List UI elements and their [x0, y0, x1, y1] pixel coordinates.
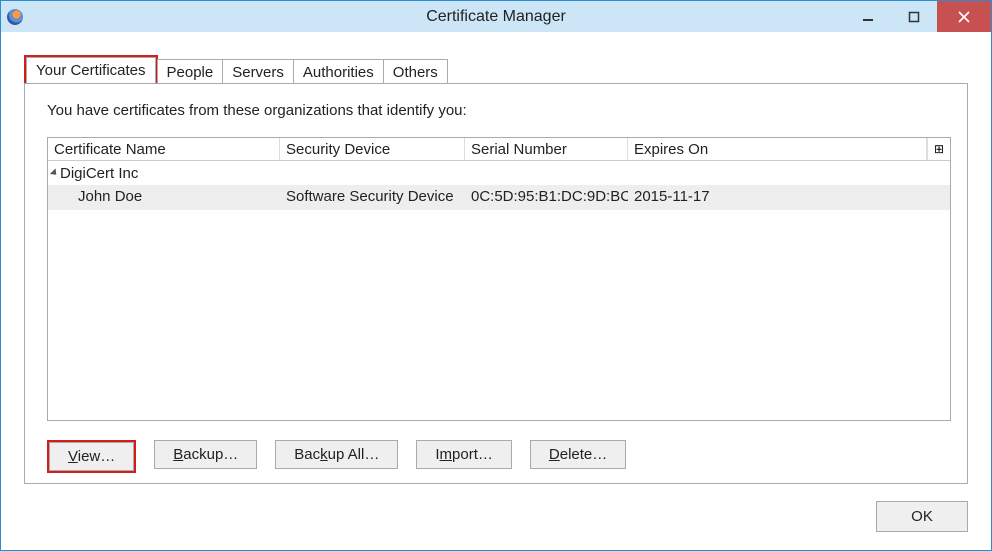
- tab-authorities[interactable]: Authorities: [293, 59, 384, 86]
- close-button[interactable]: [937, 1, 991, 32]
- tab-servers[interactable]: Servers: [222, 59, 294, 86]
- highlight-view-button: View…: [47, 440, 136, 473]
- backup-button[interactable]: Backup…: [154, 440, 257, 469]
- maximize-icon: [908, 11, 920, 23]
- highlight-your-certificates-tab: Your Certificates: [24, 55, 158, 86]
- view-button[interactable]: View…: [49, 442, 134, 471]
- action-button-row: View… Backup… Backup All… Import… Delete…: [47, 440, 626, 473]
- tab-others[interactable]: Others: [383, 59, 448, 86]
- col-header-serial[interactable]: Serial Number: [465, 138, 628, 160]
- tab-people[interactable]: People: [157, 59, 224, 86]
- import-button[interactable]: Import…: [416, 440, 512, 469]
- titlebar: Certificate Manager: [1, 1, 991, 32]
- tree-group-row[interactable]: DigiCert Inc: [48, 161, 950, 185]
- tab-strip: Your Certificates People Servers Authori…: [24, 55, 991, 86]
- tab-your-certificates[interactable]: Your Certificates: [26, 57, 156, 84]
- tab-panel: You have certificates from these organiz…: [24, 83, 968, 484]
- minimize-button[interactable]: [845, 1, 891, 32]
- close-icon: [958, 11, 970, 23]
- cell-name: John Doe: [48, 185, 280, 210]
- firefox-icon: [7, 9, 23, 25]
- tree-body: DigiCert Inc John Doe Software Security …: [48, 161, 950, 210]
- intro-text: You have certificates from these organiz…: [47, 102, 951, 119]
- col-header-expires[interactable]: Expires On: [628, 138, 927, 160]
- client-area: Your Certificates People Servers Authori…: [1, 33, 991, 550]
- col-header-device[interactable]: Security Device: [280, 138, 465, 160]
- minimize-icon: [862, 11, 874, 23]
- dialog-window: Certificate Manager Your Certificates Pe…: [0, 0, 992, 551]
- col-header-name[interactable]: Certificate Name: [48, 138, 280, 160]
- cell-expires: 2015-11-17: [628, 185, 950, 210]
- window-controls: [845, 1, 991, 32]
- cell-serial: 0C:5D:95:B1:DC:9D:BC:...: [465, 185, 628, 210]
- column-picker-button[interactable]: ⊞: [927, 138, 950, 160]
- tree-row[interactable]: John Doe Software Security Device 0C:5D:…: [48, 185, 950, 210]
- dialog-footer: OK: [876, 501, 968, 532]
- window-title: Certificate Manager: [1, 8, 991, 26]
- tree-header: Certificate Name Security Device Serial …: [48, 138, 950, 161]
- disclosure-triangle-icon: [50, 168, 59, 177]
- maximize-button[interactable]: [891, 1, 937, 32]
- delete-button[interactable]: Delete…: [530, 440, 626, 469]
- group-label: DigiCert Inc: [60, 165, 138, 182]
- cell-device: Software Security Device: [280, 185, 465, 210]
- certificate-tree[interactable]: Certificate Name Security Device Serial …: [47, 137, 951, 421]
- backup-all-button[interactable]: Backup All…: [275, 440, 398, 469]
- ok-button[interactable]: OK: [876, 501, 968, 532]
